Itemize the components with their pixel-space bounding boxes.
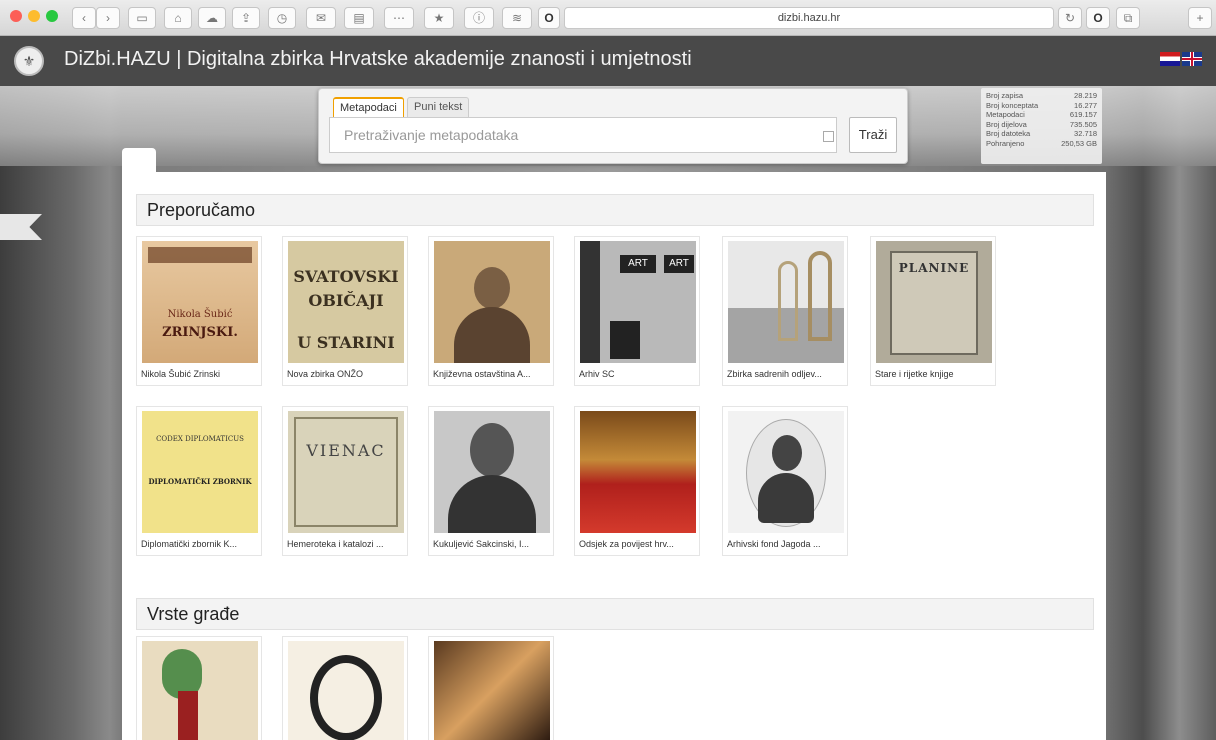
collection-thumbnail[interactable] bbox=[142, 641, 258, 740]
info-icon[interactable]: ⓘ bbox=[464, 7, 494, 29]
history-icon[interactable]: ◷ bbox=[268, 7, 296, 29]
stat-row: Broj konceptata 16.277 bbox=[986, 100, 1097, 110]
tab-fulltext[interactable]: Puni tekst bbox=[407, 97, 470, 117]
collection-thumbnail[interactable]: CODEX DIPLOMATICUS DIPLOMATIČKI ZBORNIK bbox=[142, 411, 258, 533]
collection-card[interactable] bbox=[282, 636, 408, 740]
collection-thumbnail[interactable]: PLANINE bbox=[876, 241, 992, 363]
collection-thumbnail[interactable] bbox=[434, 411, 550, 533]
collection-caption: Stare i rijetke knjige bbox=[875, 369, 954, 379]
collection-thumbnail[interactable]: ART ART bbox=[580, 241, 696, 363]
collection-caption: Nova zbirka ONŽO bbox=[287, 369, 364, 379]
site-header: ⚜ DiZbi.HAZU | Digitalna zbirka Hrvatske… bbox=[0, 36, 1216, 86]
search-option-checkbox[interactable] bbox=[823, 131, 834, 142]
collection-thumbnail[interactable] bbox=[728, 411, 844, 533]
search-panel: Metapodaci Puni tekst Traži bbox=[318, 88, 908, 164]
browser-toolbar: ‹ › ▭ ⌂ ☁ ⇪ ◷ ✉ ▤ ⋯ ★ ⓘ ≋ O dizbi.hazu.h… bbox=[0, 0, 1216, 36]
tab-metadata[interactable]: Metapodaci bbox=[333, 97, 404, 117]
croatian-flag-icon[interactable] bbox=[1160, 52, 1180, 66]
zoom-window-button[interactable] bbox=[46, 10, 58, 22]
close-window-button[interactable] bbox=[10, 10, 22, 22]
collection-caption: Diplomatički zbornik K... bbox=[141, 539, 238, 549]
collection-caption: Književna ostavština A... bbox=[433, 369, 531, 379]
collection-card[interactable]: ART ART Arhiv SC bbox=[574, 236, 700, 386]
site-title[interactable]: DiZbi.HAZU | Digitalna zbirka Hrvatske a… bbox=[64, 48, 692, 71]
section-recommended-heading: Preporučamo bbox=[136, 194, 1094, 226]
section-types-heading: Vrste građe bbox=[136, 598, 1094, 630]
tabs-icon[interactable]: ⧉ bbox=[1116, 7, 1140, 29]
hazu-logo[interactable]: ⚜ bbox=[14, 46, 44, 76]
collection-stats: Broj zapisa 28.219 Broj konceptata 16.277 … bbox=[981, 88, 1102, 164]
collection-thumbnail[interactable] bbox=[288, 641, 404, 740]
back-icon[interactable]: ‹ bbox=[72, 7, 96, 29]
collection-caption: Hemeroteka i katalozi ... bbox=[287, 539, 384, 549]
home-icon[interactable]: ⌂ bbox=[164, 7, 192, 29]
collection-caption: Zbirka sadrenih odljev... bbox=[727, 369, 822, 379]
collection-thumbnail[interactable] bbox=[580, 411, 696, 533]
collection-card[interactable]: SVATOVSKI OBIČAJI U STARINI Nova zbirka … bbox=[282, 236, 408, 386]
stat-row: Broj datoteka 32.718 bbox=[986, 129, 1097, 138]
collection-thumbnail[interactable] bbox=[434, 241, 550, 363]
collection-caption: Nikola Šubić Zrinski bbox=[141, 369, 221, 379]
search-input[interactable] bbox=[329, 117, 837, 153]
collection-thumbnail[interactable] bbox=[728, 241, 844, 363]
collection-card[interactable] bbox=[136, 636, 262, 740]
opera-icon[interactable]: O bbox=[538, 7, 560, 29]
english-flag-icon[interactable] bbox=[1182, 52, 1202, 66]
collection-card[interactable]: Zbirka sadrenih odljev... bbox=[722, 236, 848, 386]
collection-thumbnail[interactable] bbox=[434, 641, 550, 740]
mail-icon[interactable]: ✉ bbox=[306, 7, 336, 29]
search-button[interactable]: Traži bbox=[849, 117, 897, 153]
collection-card[interactable]: Nikola Šubić ZRINJSKI. Nikola Šubić Zrin… bbox=[136, 236, 262, 386]
stat-row: Pohranjeno 250,53 GB bbox=[986, 138, 1097, 148]
collection-thumbnail[interactable]: Nikola Šubić ZRINJSKI. bbox=[142, 241, 258, 363]
stat-row: Broj zapisa 28.219 bbox=[986, 91, 1097, 100]
main-panel-tab bbox=[122, 148, 156, 174]
collection-caption: Arhivski fond Jagoda ... bbox=[727, 539, 821, 549]
collection-thumbnail[interactable]: VIENAC bbox=[288, 411, 404, 533]
cloud-icon[interactable]: ☁ bbox=[198, 7, 226, 29]
collection-card[interactable]: Arhivski fond Jagoda ... bbox=[722, 406, 848, 556]
collection-card[interactable] bbox=[428, 636, 554, 740]
reader-icon[interactable]: ≋ bbox=[502, 7, 532, 29]
collection-card[interactable]: Književna ostavština A... bbox=[428, 236, 554, 386]
collection-thumbnail[interactable]: SVATOVSKI OBIČAJI U STARINI bbox=[288, 241, 404, 363]
address-bar[interactable]: dizbi.hazu.hr bbox=[564, 7, 1054, 29]
stat-row: Metapodaci 619.157 bbox=[986, 110, 1097, 119]
collection-card[interactable]: Odsjek za povijest hrv... bbox=[574, 406, 700, 556]
opera-menu-icon[interactable]: O bbox=[1086, 7, 1110, 29]
grid-icon[interactable]: ⋯ bbox=[384, 7, 414, 29]
collection-card[interactable]: CODEX DIPLOMATICUS DIPLOMATIČKI ZBORNIK … bbox=[136, 406, 262, 556]
collection-caption: Arhiv SC bbox=[579, 369, 615, 379]
minimize-window-button[interactable] bbox=[28, 10, 40, 22]
new-tab-icon[interactable]: + bbox=[1188, 7, 1212, 29]
forward-icon[interactable]: › bbox=[96, 7, 120, 29]
collection-card[interactable]: PLANINE Stare i rijetke knjige bbox=[870, 236, 996, 386]
collection-caption: Kukuljević Sakcinski, I... bbox=[433, 539, 530, 549]
collection-card[interactable]: VIENAC Hemeroteka i katalozi ... bbox=[282, 406, 408, 556]
stat-row: Broj dijelova 735.505 bbox=[986, 119, 1097, 129]
reload-icon[interactable]: ↻ bbox=[1058, 7, 1082, 29]
bookmark-icon[interactable]: ★ bbox=[424, 7, 454, 29]
share-icon[interactable]: ⇪ bbox=[232, 7, 260, 29]
collection-card[interactable]: Kukuljević Sakcinski, I... bbox=[428, 406, 554, 556]
collection-caption: Odsjek za povijest hrv... bbox=[579, 539, 674, 549]
sidebar-icon[interactable]: ▭ bbox=[128, 7, 156, 29]
print-icon[interactable]: ▤ bbox=[344, 7, 374, 29]
